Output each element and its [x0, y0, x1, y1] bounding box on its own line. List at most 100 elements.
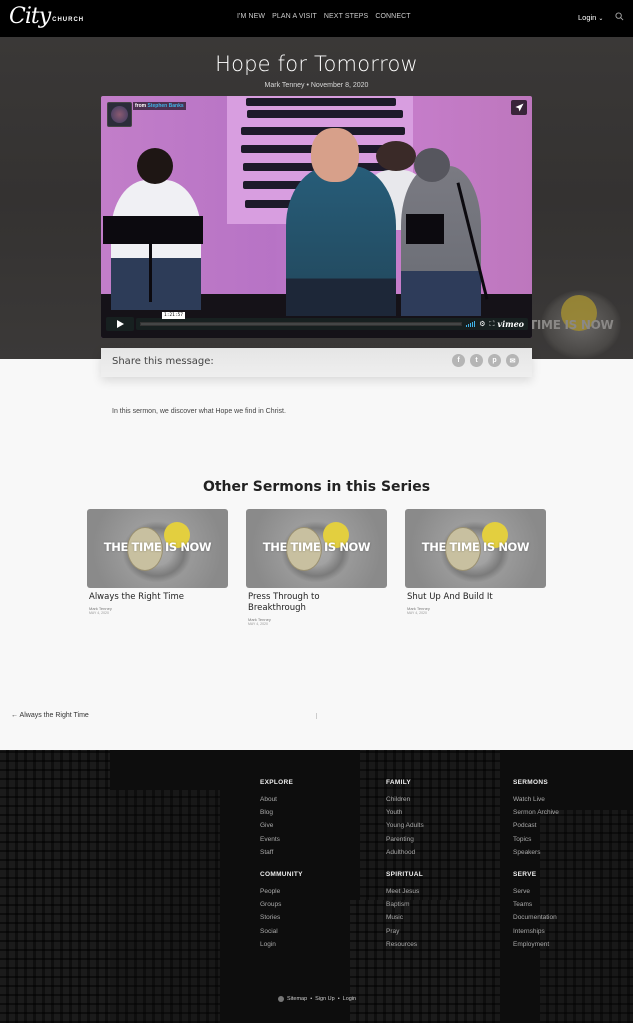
sermon-date: May 4, 2020	[89, 611, 109, 615]
logo-script: City	[9, 4, 51, 29]
footer-link[interactable]: People	[260, 885, 303, 898]
site-logo[interactable]: City CHURCH	[9, 3, 84, 31]
footer-link[interactable]: Serve	[513, 885, 557, 898]
footer-link[interactable]: Music	[386, 911, 423, 924]
series-background-art: TIME IS NOW	[527, 290, 633, 359]
footer-col-sermons: SERMONS Watch Live Sermon Archive Podcas…	[513, 779, 559, 859]
timecode: 1:21:57	[162, 312, 185, 319]
signup-link[interactable]: Sign Up	[315, 996, 335, 1002]
previous-sermon-link[interactable]: ← Always the Right Time	[11, 712, 89, 719]
gear-icon[interactable]: ⚙	[479, 319, 485, 329]
footer-link[interactable]: Social	[260, 925, 303, 938]
footer-link[interactable]: Internships	[513, 925, 557, 938]
footer-link[interactable]: Employment	[513, 938, 557, 951]
footer-link[interactable]: Youth	[386, 806, 424, 819]
nav-connect[interactable]: CONNECT	[375, 13, 410, 20]
footer-link[interactable]: Staff	[260, 846, 293, 859]
separator: •	[310, 996, 313, 1002]
stand-pole	[149, 242, 152, 302]
footer-link[interactable]: Sermon Archive	[513, 806, 559, 819]
sermon-thumbnail[interactable]: THE TIME IS NOW	[405, 509, 546, 588]
control-bar: 1:21:57 ⚙ ⛶ vimeo	[136, 312, 528, 330]
footer-col-family: FAMILY Children Youth Young Adults Paren…	[386, 779, 424, 859]
uploader-avatar[interactable]	[107, 102, 132, 127]
progress-track[interactable]	[140, 322, 463, 326]
footer-link[interactable]: Login	[260, 938, 303, 951]
play-icon	[116, 320, 124, 328]
sermon-date: May 4, 2020	[248, 622, 268, 626]
footer-link[interactable]: Adulthood	[386, 846, 424, 859]
footer-link[interactable]: Children	[386, 793, 424, 806]
backdrop-stripe	[247, 110, 403, 118]
footer-link[interactable]: Topics	[513, 833, 559, 846]
pinterest-icon[interactable]: p	[488, 354, 501, 367]
footer-link[interactable]: Events	[260, 833, 293, 846]
footer-link[interactable]: Baptism	[386, 898, 423, 911]
sermon-card[interactable]: THE TIME IS NOW Always the Right Time Ma…	[87, 509, 228, 615]
login-menu[interactable]: Login ⌄	[578, 13, 603, 22]
footer-link[interactable]: Give	[260, 819, 293, 832]
sitemap-link[interactable]: Sitemap	[287, 996, 307, 1002]
footer-link[interactable]: Speakers	[513, 846, 559, 859]
sermon-title[interactable]: Press Through to Breakthrough	[248, 592, 358, 614]
footer-link[interactable]: Podcast	[513, 819, 559, 832]
vimeo-logo[interactable]: vimeo	[497, 319, 524, 329]
footer-heading: SERMONS	[513, 779, 548, 786]
footer-col-spiritual: SPIRITUAL Meet Jesus Baptism Music Pray …	[386, 871, 423, 951]
footer-link[interactable]: About	[260, 793, 293, 806]
video-player[interactable]: from Stephen Banks 1:21:57 ⚙ ⛶ vimeo	[101, 96, 532, 338]
nav-next-steps[interactable]: NEXT STEPS	[324, 13, 368, 20]
footer-col-explore: EXPLORE About Blog Give Events Staff	[260, 779, 293, 859]
footer-link[interactable]: Groups	[260, 898, 303, 911]
main-nav: I'M NEW PLAN A VISIT NEXT STEPS CONNECT	[237, 13, 411, 20]
sermon-title[interactable]: Always the Right Time	[89, 592, 228, 603]
fullscreen-icon[interactable]: ⛶	[490, 319, 495, 329]
singer-left-head	[137, 148, 173, 184]
thumb-text: THE TIME IS NOW	[421, 540, 530, 554]
twitter-icon[interactable]: t	[470, 354, 483, 367]
footer-link[interactable]: Blog	[260, 806, 293, 819]
footer-col-serve: SERVE Serve Teams Documentation Internsh…	[513, 871, 557, 951]
footer-link[interactable]: Parenting	[386, 833, 424, 846]
from-prefix: from	[135, 103, 147, 109]
search-icon[interactable]	[615, 12, 624, 21]
page-title: Hope for Tomorrow	[215, 52, 418, 76]
footer-link[interactable]: Meet Jesus	[386, 885, 423, 898]
avatar-image	[111, 106, 128, 123]
sermon-date: May 4, 2020	[407, 611, 427, 615]
nav-im-new[interactable]: I'M NEW	[237, 13, 265, 20]
sermon-description: In this sermon, we discover what Hope we…	[112, 408, 286, 415]
footer-link[interactable]: Pray	[386, 925, 423, 938]
separator: •	[337, 996, 340, 1002]
footer-login-link[interactable]: Login	[343, 996, 356, 1002]
facebook-icon[interactable]: f	[452, 354, 465, 367]
uploader-name[interactable]: Stephen Banks	[148, 103, 184, 109]
thumb-text: THE TIME IS NOW	[262, 540, 371, 554]
footer-heading: SPIRITUAL	[386, 871, 424, 878]
uploader-credit[interactable]: from Stephen Banks	[133, 102, 186, 110]
sermon-title[interactable]: Shut Up And Build It	[407, 592, 546, 603]
sermon-card[interactable]: THE TIME IS NOW Shut Up And Build It Mar…	[405, 509, 546, 615]
sermon-thumbnail[interactable]: THE TIME IS NOW	[246, 509, 387, 588]
video-share-button[interactable]	[511, 100, 527, 115]
footer-link[interactable]: Resources	[386, 938, 423, 951]
footer-link[interactable]: Stories	[260, 911, 303, 924]
sermon-thumbnail[interactable]: THE TIME IS NOW	[87, 509, 228, 588]
site-badge-icon	[278, 996, 284, 1002]
art-text: TIME IS NOW	[529, 318, 614, 332]
play-button[interactable]	[106, 317, 134, 331]
chevron-down-icon: ⌄	[598, 16, 604, 22]
share-label: Share this message:	[112, 356, 214, 367]
footer-link[interactable]: Watch Live	[513, 793, 559, 806]
volume-icon[interactable]	[466, 321, 476, 327]
email-icon[interactable]: ✉	[506, 354, 519, 367]
footer-link[interactable]: Documentation	[513, 911, 557, 924]
footer-bottom-links: Sitemap • Sign Up • Login	[278, 996, 356, 1002]
drummer-head	[376, 141, 416, 171]
sermon-card[interactable]: THE TIME IS NOW Press Through to Breakth…	[246, 509, 387, 626]
footer-link[interactable]: Teams	[513, 898, 557, 911]
nav-plan-a-visit[interactable]: PLAN A VISIT	[272, 13, 317, 20]
thumb-text: THE TIME IS NOW	[103, 540, 212, 554]
site-header: City CHURCH I'M NEW PLAN A VISIT NEXT ST…	[0, 0, 633, 37]
footer-link[interactable]: Young Adults	[386, 819, 424, 832]
